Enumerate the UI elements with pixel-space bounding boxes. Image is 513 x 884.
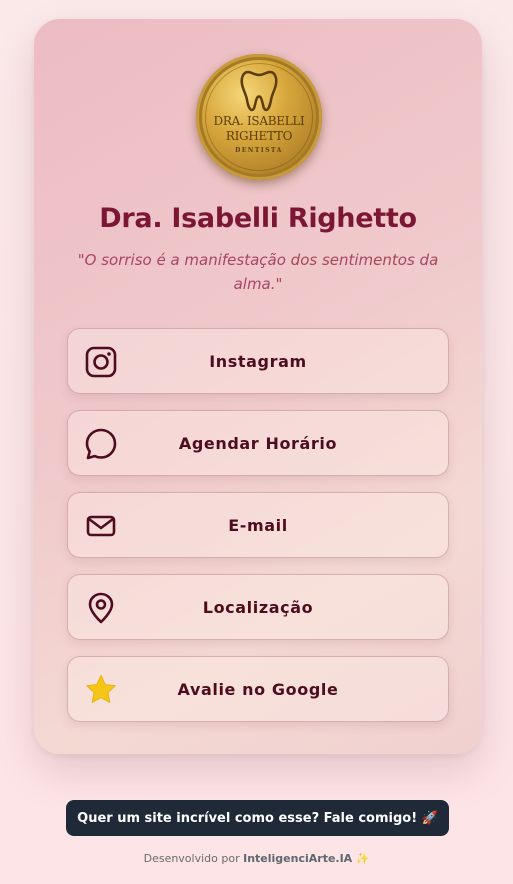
profile-quote: "O sorriso é a manifestação dos sentimen… xyxy=(77,251,439,293)
location-link-button[interactable]: Localização xyxy=(67,574,449,640)
profile-card: DRA. ISABELLI RIGHETTO DENTISTA Dra. Isa… xyxy=(34,19,482,754)
schedule-link-button[interactable]: Agendar Horário xyxy=(67,410,449,476)
instagram-link-label: Instagram xyxy=(209,351,307,371)
profile-name: Dra. Isabelli Righetto xyxy=(99,203,417,234)
footer-sparkle: ✨ xyxy=(352,852,370,865)
contact-developer-button[interactable]: Quer um site incrível como esse? Fale co… xyxy=(66,800,449,836)
footer-credit: Desenvolvido por InteligenciArte.IA ✨ xyxy=(0,852,513,865)
dentist-logo: DRA. ISABELLI RIGHETTO DENTISTA xyxy=(196,54,322,180)
logo-text-title: DENTISTA xyxy=(235,147,283,154)
instagram-link-button[interactable]: Instagram xyxy=(67,328,449,394)
google-review-link-button[interactable]: Avalie no Google xyxy=(67,656,449,722)
logo-text-surname: RIGHETTO xyxy=(225,129,293,143)
google-review-link-label: Avalie no Google xyxy=(177,679,339,699)
tooth-icon xyxy=(240,70,278,112)
logo-text-name: DRA. ISABELLI xyxy=(213,114,305,128)
footer-brand-link[interactable]: InteligenciArte.IA xyxy=(243,852,352,865)
schedule-link-label: Agendar Horário xyxy=(178,433,338,453)
footer-prefix: Desenvolvido por xyxy=(143,852,244,865)
location-link-label: Localização xyxy=(202,597,314,617)
email-link-label: E-mail xyxy=(228,515,288,535)
email-link-button[interactable]: E-mail xyxy=(67,492,449,558)
